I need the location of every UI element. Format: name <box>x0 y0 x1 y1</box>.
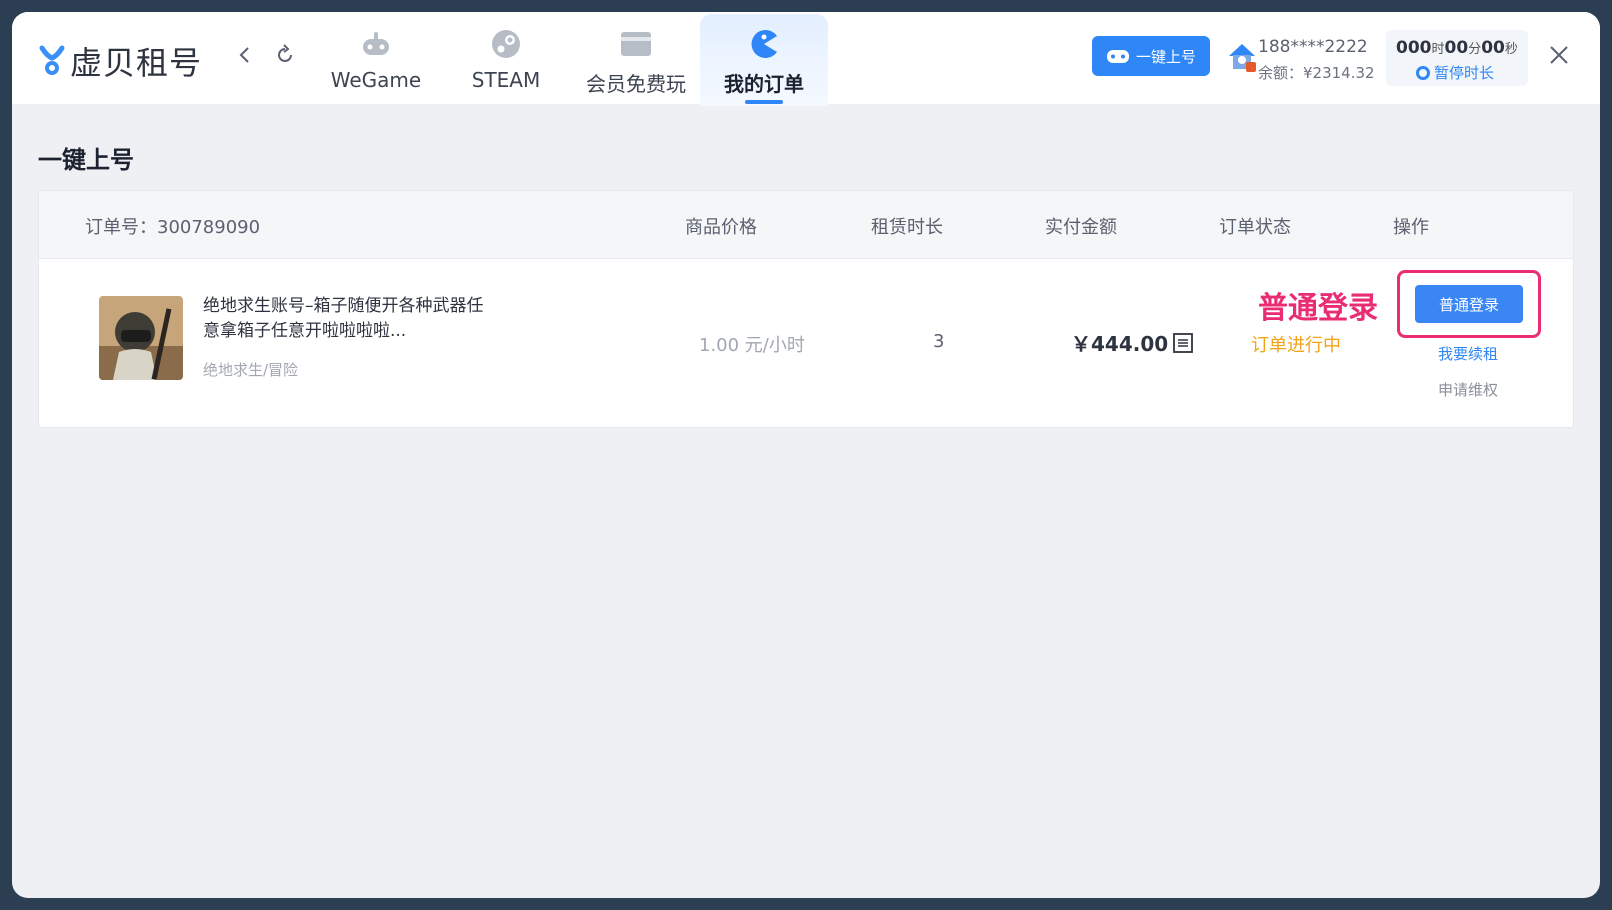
page-title: 一键上号 <box>38 146 134 174</box>
timer-hours-unit: 时 <box>1431 42 1445 57</box>
tab-label: 我的订单 <box>724 72 804 96</box>
order-table: 订单号：300789090 商品价格 租赁时长 实付金额 订单状态 操作 绝地求… <box>38 190 1574 428</box>
tab-my-orders[interactable]: 我的订单 <box>700 14 828 106</box>
user-phone: 188****2222 <box>1258 37 1368 57</box>
tab-label: STEAM <box>471 68 541 92</box>
timer-minutes-unit: 分 <box>1468 42 1482 57</box>
steam-icon <box>488 26 524 62</box>
logo-text: 虚贝租号 <box>70 44 203 82</box>
timer-minutes: 00 <box>1444 38 1469 58</box>
back-button[interactable] <box>230 40 260 70</box>
tab-label: WeGame <box>330 68 422 92</box>
tab-label: 会员免费玩 <box>586 72 686 96</box>
rental-duration: 3 <box>933 331 945 352</box>
logo: 虚贝租号 <box>38 38 202 84</box>
close-icon[interactable] <box>1546 42 1572 68</box>
pause-duration-button[interactable]: 暂停时长 <box>1416 62 1494 83</box>
card-icon <box>618 26 654 62</box>
header-action: 操作 <box>1393 217 1429 238</box>
product-category: 绝地求生/冒险 <box>203 361 299 379</box>
annotation-label: 普通登录 <box>1258 291 1378 326</box>
quick-login-button[interactable]: 一键上号 <box>1092 36 1210 76</box>
header-price: 商品价格 <box>685 217 757 238</box>
refresh-icon <box>278 44 292 62</box>
paid-amount: ￥444.00 <box>1071 328 1194 357</box>
pacman-order-icon <box>746 26 782 62</box>
tab-wegame[interactable]: WeGame <box>312 14 440 106</box>
app-window: 虚贝租号 WeGame STEAM 会员免费玩 我的订单 一键上号 188***… <box>12 12 1600 898</box>
gamepad-icon <box>1106 50 1129 63</box>
header-paid: 实付金额 <box>1045 217 1117 238</box>
top-bar: 虚贝租号 WeGame STEAM 会员免费玩 我的订单 一键上号 188***… <box>12 12 1600 106</box>
receipt-icon[interactable] <box>1172 332 1194 354</box>
logo-icon <box>39 45 65 75</box>
paid-amount-value: ￥444.00 <box>1071 332 1169 356</box>
normal-login-button[interactable]: 普通登录 <box>1415 285 1523 323</box>
product-title[interactable]: 绝地求生账号–箱子随便开各种武器任意拿箱子任意开啦啦啦啦... <box>203 294 493 344</box>
tab-steam[interactable]: STEAM <box>442 14 570 106</box>
table-header: 订单号：300789090 商品价格 租赁时长 实付金额 订单状态 操作 <box>39 191 1573 259</box>
timer-seconds: 00 <box>1481 38 1505 58</box>
timer-seconds-unit: 秒 <box>1504 42 1518 57</box>
product-price: 1.00 元/小时 <box>699 335 805 356</box>
renew-link[interactable]: 我要续租 <box>1438 343 1498 364</box>
refresh-button[interactable] <box>270 40 300 70</box>
active-tab-indicator <box>745 100 783 104</box>
user-balance: 余额：¥2314.32 <box>1258 64 1375 82</box>
gamepad-icon <box>358 26 394 62</box>
tab-member-free[interactable]: 会员免费玩 <box>572 14 700 106</box>
header-status: 订单状态 <box>1219 217 1291 238</box>
pause-label: 暂停时长 <box>1434 64 1495 82</box>
order-status: 订单进行中 <box>1251 335 1341 356</box>
order-number: 订单号：300789090 <box>85 217 261 238</box>
quick-login-label: 一键上号 <box>1135 47 1196 66</box>
chevron-left-icon <box>239 47 249 63</box>
claim-rights-link[interactable]: 申请维权 <box>1438 379 1498 400</box>
timer-display: 000时00分00秒 <box>1396 38 1518 58</box>
product-thumbnail[interactable] <box>99 296 183 380</box>
timer-hours: 000 <box>1396 38 1432 58</box>
header-duration: 租赁时长 <box>871 217 943 238</box>
pause-icon <box>1416 65 1430 80</box>
timer-panel: 000时00分00秒 暂停时长 <box>1386 30 1528 86</box>
avatar[interactable] <box>1226 40 1258 72</box>
